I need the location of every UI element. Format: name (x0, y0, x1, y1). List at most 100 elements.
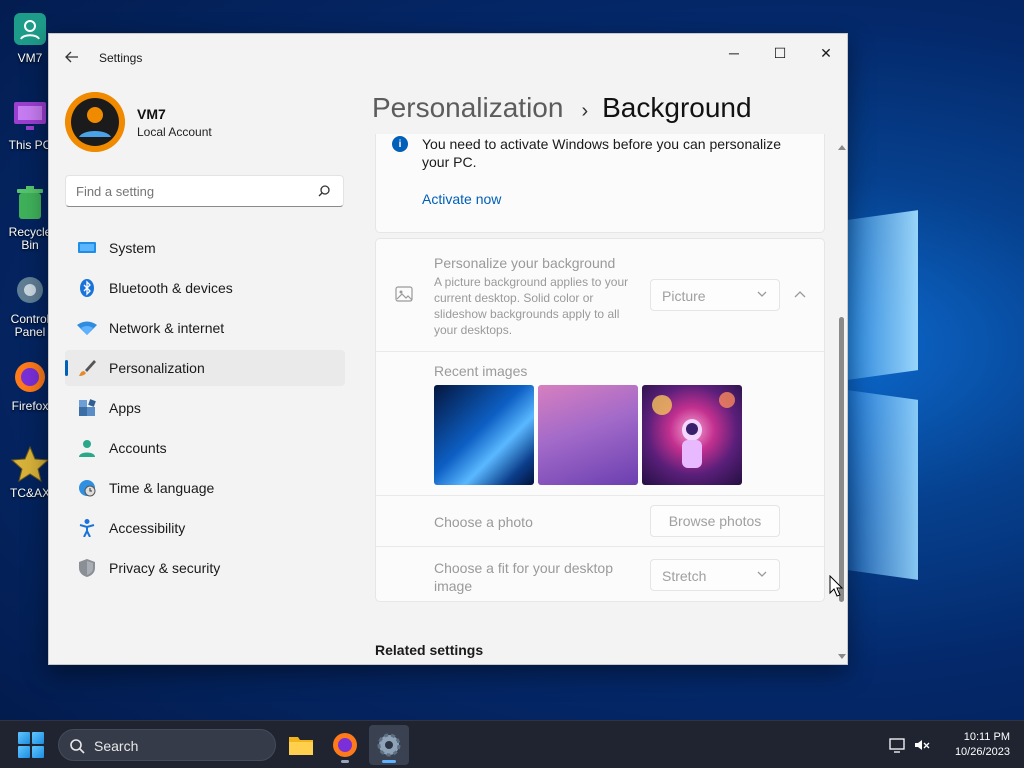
chevron-down-icon (757, 571, 767, 577)
sidebar-item-label: Time & language (109, 480, 215, 496)
windows-logo-tile (32, 746, 44, 758)
info-icon: i (392, 136, 408, 152)
taskbar-firefox[interactable] (325, 725, 365, 765)
user-name: VM7 (137, 106, 166, 122)
shield-icon (77, 558, 97, 578)
sidebar-nav: System Bluetooth & devices Network & int… (65, 230, 345, 590)
system-icon (77, 238, 97, 258)
back-button[interactable] (61, 46, 83, 68)
app-title: Settings (99, 51, 143, 65)
content-area[interactable]: i You need to activate Windows before yo… (375, 134, 825, 664)
accounts-icon (77, 438, 97, 458)
apps-icon (77, 398, 97, 418)
star-icon (9, 443, 51, 485)
sidebar-item-label: Personalization (109, 360, 205, 376)
sidebar-item-label: Accounts (109, 440, 167, 456)
sidebar-item-accessibility[interactable]: Accessibility (65, 510, 345, 546)
volume-muted-icon[interactable] (913, 736, 931, 754)
firefox-icon (333, 733, 357, 757)
browse-photos-button[interactable]: Browse photos (650, 505, 780, 537)
page-title: Background (602, 92, 752, 123)
minimize-button[interactable]: ─ (711, 38, 757, 68)
taskbar-search[interactable]: Search (58, 729, 276, 761)
chevron-down-icon (757, 291, 767, 297)
start-button[interactable] (18, 732, 44, 758)
title-bar[interactable]: Settings ─ ☐ ✕ (49, 34, 847, 82)
choose-photo-label: Choose a photo (434, 514, 533, 530)
sidebar-item-label: Network & internet (109, 320, 225, 336)
background-settings-card: Personalize your background A picture ba… (375, 238, 825, 602)
sidebar-item-label: Accessibility (109, 520, 186, 536)
fit-value: Stretch (662, 568, 707, 584)
taskbar-file-explorer[interactable] (281, 725, 321, 765)
sidebar-item-bluetooth[interactable]: Bluetooth & devices (65, 270, 345, 306)
breadcrumb-separator: › (581, 100, 589, 122)
breadcrumb: Personalization › Background (372, 92, 752, 124)
wallpaper-light-beam (848, 210, 918, 380)
background-type-dropdown[interactable]: Picture (650, 279, 780, 311)
sidebar-item-apps[interactable]: Apps (65, 390, 345, 426)
taskbar: Search 10:11 PM 10/26/2023 (0, 720, 1024, 768)
wallpaper-light-beam (848, 390, 918, 580)
taskbar-settings[interactable] (369, 725, 409, 765)
related-settings-heading: Related settings (375, 642, 484, 658)
activation-notice-card: i You need to activate Windows before yo… (375, 134, 825, 233)
divider (376, 546, 824, 547)
image-icon (395, 286, 413, 302)
firefox-icon (9, 356, 51, 398)
sidebar-item-label: Bluetooth & devices (109, 280, 233, 296)
divider (376, 495, 824, 496)
close-button[interactable]: ✕ (803, 38, 847, 68)
clock-date: 10/26/2023 (954, 746, 1010, 758)
sidebar-item-accounts[interactable]: Accounts (65, 430, 345, 466)
taskbar-search-label: Search (94, 738, 139, 754)
fit-label: Choose a fit for your desktop image (434, 560, 613, 594)
sidebar-item-label: System (109, 240, 156, 256)
arrow-left-icon (65, 51, 78, 63)
account-type: Local Account (137, 125, 212, 139)
monitor-icon (9, 95, 51, 137)
settings-icon (377, 733, 401, 757)
search-input[interactable] (76, 184, 306, 199)
breadcrumb-parent[interactable]: Personalization (372, 92, 563, 124)
scroll-down-arrow[interactable] (836, 652, 848, 662)
settings-window: Settings ─ ☐ ✕ VM7 Local Account System … (48, 33, 848, 665)
sidebar-item-time-language[interactable]: Time & language (65, 470, 345, 506)
bluetooth-icon (77, 278, 97, 298)
background-type-value: Picture (662, 288, 706, 304)
system-clock[interactable]: 10:11 PM 10/26/2023 (955, 730, 1010, 760)
recent-image-windows-blue[interactable] (434, 385, 534, 485)
brush-icon (77, 358, 97, 378)
activate-now-link[interactable]: Activate now (422, 191, 501, 207)
search-icon (70, 739, 85, 754)
scrollbar-thumb[interactable] (839, 317, 844, 602)
sidebar-item-network[interactable]: Network & internet (65, 310, 345, 346)
background-setting-description: A picture background applies to your cur… (434, 275, 629, 337)
recent-image-purple-gradient[interactable] (538, 385, 638, 485)
network-tray-icon[interactable] (889, 736, 907, 754)
astronaut-figure (652, 392, 735, 468)
divider (376, 351, 824, 352)
windows-logo-tile (18, 732, 30, 744)
accessibility-icon (77, 518, 97, 538)
file-explorer-icon (289, 737, 313, 755)
sidebar-item-label: Apps (109, 400, 141, 416)
recent-image-astronaut[interactable] (642, 385, 742, 485)
fit-dropdown[interactable]: Stretch (650, 559, 780, 591)
clock-time: 10:11 PM (963, 731, 1010, 743)
globe-clock-icon (77, 478, 97, 498)
running-indicator (341, 760, 349, 763)
chevron-up-icon[interactable] (794, 290, 806, 300)
sidebar-item-system[interactable]: System (65, 230, 345, 266)
recycle-bin-icon (9, 182, 51, 224)
windows-logo-tile (18, 746, 30, 758)
sidebar-item-label: Privacy & security (109, 560, 221, 576)
sidebar-item-personalization[interactable]: Personalization (65, 350, 345, 386)
settings-search[interactable] (65, 175, 344, 207)
user-folder-icon (9, 8, 51, 50)
running-indicator (382, 760, 396, 763)
search-icon (318, 185, 330, 197)
maximize-button[interactable]: ☐ (757, 38, 803, 68)
sidebar-item-privacy-security[interactable]: Privacy & security (65, 550, 345, 586)
scroll-up-arrow[interactable] (836, 142, 848, 152)
